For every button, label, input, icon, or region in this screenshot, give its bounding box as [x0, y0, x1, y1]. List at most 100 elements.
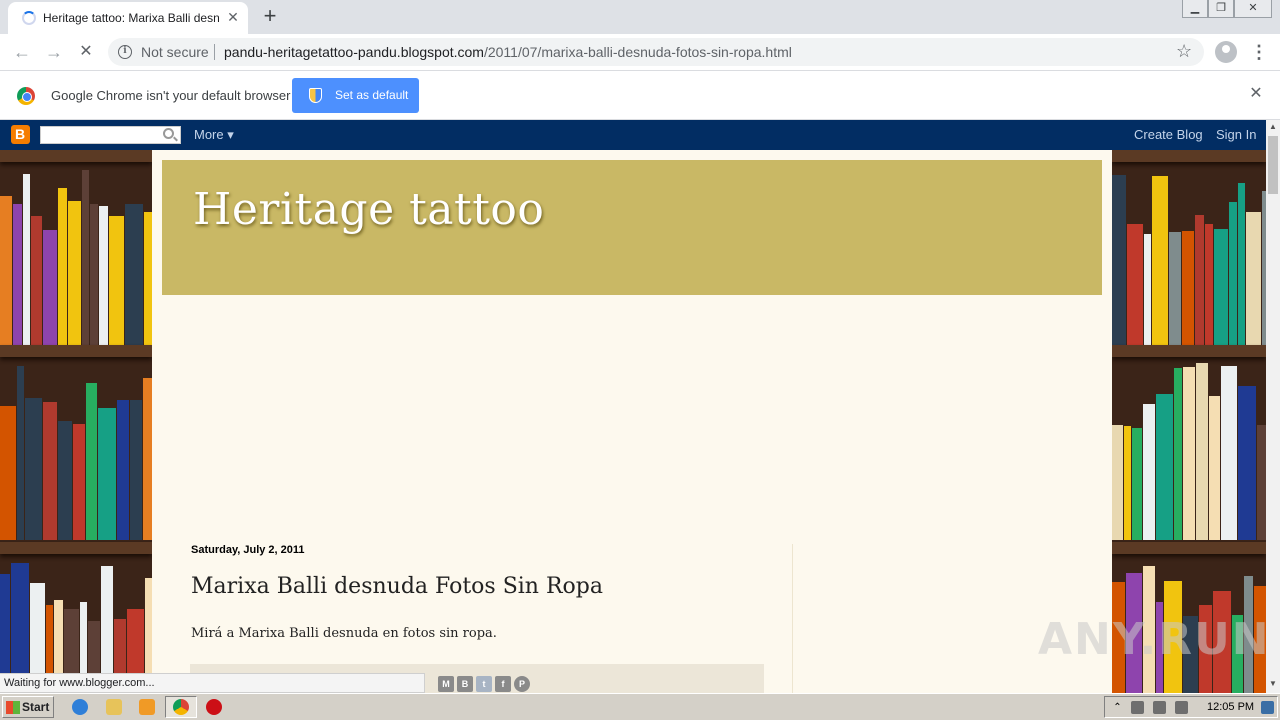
- blogthis-icon[interactable]: B: [457, 676, 473, 692]
- bookshelf-background-left: [0, 150, 157, 693]
- book-spine: [1169, 232, 1181, 345]
- restore-button[interactable]: ❐: [1208, 0, 1234, 18]
- book-spine: [1196, 363, 1208, 540]
- taskbar-chrome-button[interactable]: [165, 696, 197, 718]
- chrome-menu-icon[interactable]: ⋮: [1250, 40, 1268, 64]
- media-player-icon[interactable]: [139, 699, 155, 715]
- minimize-button[interactable]: ▁: [1182, 0, 1208, 18]
- book-row: [0, 357, 152, 540]
- twitter-icon[interactable]: t: [476, 676, 492, 692]
- network-icon[interactable]: [1131, 701, 1144, 714]
- book-spine: [73, 424, 85, 540]
- book-spine: [82, 170, 89, 345]
- action-center-flag-icon[interactable]: [1175, 701, 1188, 714]
- search-icon[interactable]: [163, 128, 174, 139]
- book-spine: [1182, 231, 1194, 345]
- show-hidden-icons-icon[interactable]: ⌃: [1111, 701, 1124, 714]
- post-date: Saturday, July 2, 2011: [191, 544, 305, 556]
- tab-close-icon[interactable]: ✕: [225, 9, 241, 25]
- post-body: Mirá a Marixa Balli desnuda en fotos sin…: [191, 626, 497, 641]
- profile-avatar-icon[interactable]: [1215, 41, 1237, 63]
- infobar-close-icon[interactable]: ✕: [1248, 86, 1264, 102]
- opera-icon[interactable]: [206, 699, 222, 715]
- book-spine: [1112, 175, 1126, 345]
- blogger-logo-icon[interactable]: [11, 125, 30, 144]
- shelf-plank: [0, 345, 152, 357]
- book-spine: [1246, 212, 1261, 345]
- book-spine: [1209, 396, 1220, 540]
- book-spine: [13, 204, 22, 345]
- file-explorer-icon[interactable]: [106, 699, 122, 715]
- book-spine: [1156, 394, 1173, 540]
- blog-header: Heritage tattoo: [162, 160, 1102, 295]
- taskbar-clock[interactable]: 12:05 PM: [1207, 701, 1254, 713]
- shelf-plank: [0, 150, 152, 162]
- book-spine: [1144, 234, 1151, 345]
- sign-in-link[interactable]: Sign In: [1216, 127, 1256, 142]
- tab-active[interactable]: Heritage tattoo: Marixa Balli desnuda Fo…: [8, 2, 248, 34]
- book-spine: [143, 378, 152, 540]
- system-tray: ⌃ 12:05 PM: [1104, 696, 1278, 718]
- url-path: /2011/07/marixa-balli-desnuda-fotos-sin-…: [483, 44, 792, 60]
- url-text[interactable]: pandu-heritagetattoo-pandu.blogspot.com/…: [224, 44, 792, 60]
- book-spine: [1214, 229, 1228, 345]
- blogger-navbar: More ▾ Create Blog Sign In: [0, 120, 1266, 150]
- volume-icon[interactable]: [1153, 701, 1166, 714]
- back-button[interactable]: ←: [10, 40, 34, 64]
- start-button[interactable]: Start: [2, 696, 54, 718]
- windows-flag-icon: [6, 701, 20, 714]
- book-spine: [1229, 202, 1237, 345]
- close-window-button[interactable]: ✕: [1234, 0, 1272, 18]
- status-bubble: Waiting for www.blogger.com...: [0, 673, 425, 693]
- book-spine: [99, 206, 108, 345]
- loading-spinner-icon: [22, 11, 36, 25]
- book-spine: [58, 421, 72, 540]
- scrollbar-thumb[interactable]: [1268, 136, 1278, 194]
- book-spine: [130, 400, 142, 540]
- scroll-down-arrow-icon[interactable]: ▼: [1266, 677, 1280, 691]
- blog-search-input[interactable]: [40, 126, 181, 144]
- post-title[interactable]: Marixa Balli desnuda Fotos Sin Ropa: [191, 574, 603, 599]
- shelf-plank: [0, 542, 152, 554]
- book-spine: [125, 204, 143, 345]
- book-spine: [98, 408, 116, 540]
- bookshelf-background-right: [1112, 150, 1266, 693]
- book-spine: [1205, 224, 1213, 345]
- default-browser-infobar: Google Chrome isn't your default browser…: [0, 72, 1280, 120]
- set-as-default-button[interactable]: Set as default: [292, 78, 419, 113]
- email-icon[interactable]: M: [438, 676, 454, 692]
- info-icon[interactable]: i: [118, 45, 132, 59]
- book-spine: [23, 174, 30, 345]
- pinterest-icon[interactable]: P: [514, 676, 530, 692]
- address-bar[interactable]: i Not secure pandu-heritagetattoo-pandu.…: [108, 38, 1204, 66]
- book-spine: [1143, 404, 1155, 540]
- more-menu[interactable]: More ▾: [194, 127, 234, 143]
- book-spine: [117, 400, 129, 540]
- book-row: [0, 162, 157, 345]
- book-spine: [17, 366, 24, 540]
- book-row: [1112, 162, 1266, 345]
- stop-loading-button[interactable]: ✕: [74, 40, 98, 64]
- anyrun-watermark: ANY.RUN: [1038, 614, 1271, 665]
- facebook-icon[interactable]: f: [495, 676, 511, 692]
- chrome-logo-icon: [17, 87, 35, 105]
- tab-title: Heritage tattoo: Marixa Balli desnuda Fo…: [43, 11, 219, 25]
- url-separator: [214, 44, 215, 60]
- book-spine: [1132, 428, 1142, 540]
- security-label[interactable]: Not secure: [141, 44, 209, 60]
- bookmark-star-icon[interactable]: ☆: [1176, 41, 1192, 62]
- book-spine: [1183, 367, 1195, 540]
- uac-shield-icon: [309, 88, 322, 103]
- internet-explorer-icon[interactable]: [72, 699, 88, 715]
- blog-title[interactable]: Heritage tattoo: [193, 184, 544, 235]
- url-host: pandu-heritagetattoo-pandu.blogspot.com: [224, 44, 484, 60]
- scroll-up-arrow-icon[interactable]: ▲: [1266, 120, 1280, 134]
- create-blog-link[interactable]: Create Blog: [1134, 127, 1203, 142]
- browser-toolbar: ← → ✕ i Not secure pandu-heritagetattoo-…: [0, 34, 1280, 71]
- new-tab-button[interactable]: +: [258, 5, 282, 29]
- book-spine: [1127, 224, 1143, 345]
- shelf-plank: [1112, 345, 1266, 357]
- page-scrollbar[interactable]: ▲ ▼: [1266, 120, 1280, 693]
- forward-button[interactable]: →: [42, 40, 66, 64]
- show-desktop-icon[interactable]: [1261, 701, 1274, 714]
